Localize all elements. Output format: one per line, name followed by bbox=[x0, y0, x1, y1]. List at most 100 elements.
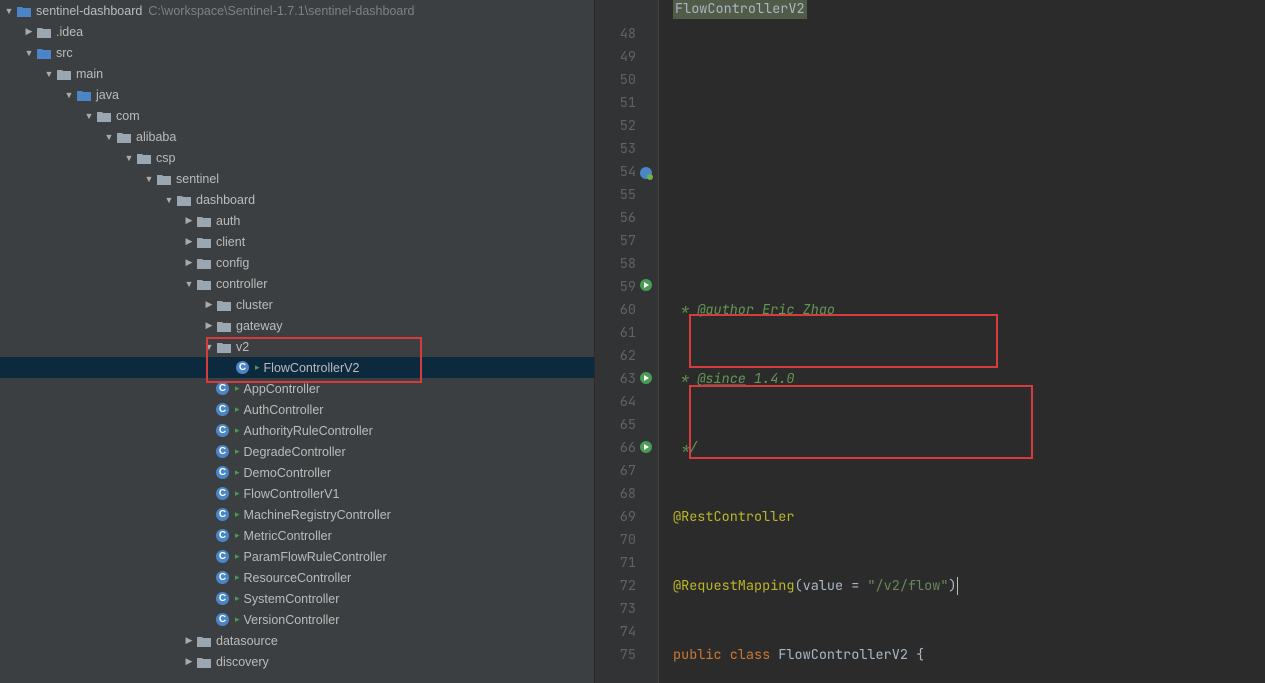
runnable-icon: ▸ bbox=[235, 509, 240, 520]
line-number: 60 bbox=[595, 299, 636, 322]
tree-item-auth[interactable]: ▶ auth bbox=[0, 210, 594, 231]
tree-item-sentinel[interactable]: ▼ sentinel bbox=[0, 168, 594, 189]
class-icon: C bbox=[216, 403, 229, 416]
class-icon: C bbox=[216, 445, 229, 458]
line-number: 56 bbox=[595, 207, 636, 230]
line-number: 52 bbox=[595, 115, 636, 138]
tree-item-authorityrulecontroller[interactable]: C▸AuthorityRuleController bbox=[0, 420, 594, 441]
chevron-down-icon: ▼ bbox=[142, 174, 156, 184]
tree-item-flowcontrollerv1[interactable]: C▸FlowControllerV1 bbox=[0, 483, 594, 504]
line-number: 67 bbox=[595, 460, 636, 483]
class-icon: C bbox=[216, 508, 229, 521]
line-number: 61 bbox=[595, 322, 636, 345]
tree-item-gateway[interactable]: ▶ gateway bbox=[0, 315, 594, 336]
tree-item-datasource[interactable]: ▶ datasource bbox=[0, 630, 594, 651]
spring-bean-gutter-icon[interactable] bbox=[639, 165, 653, 179]
code-line bbox=[673, 230, 1265, 253]
tree-root-row[interactable]: ▼ sentinel-dashboard C:\workspace\Sentin… bbox=[0, 0, 594, 21]
runnable-icon: ▸ bbox=[235, 593, 240, 604]
package-icon bbox=[196, 234, 212, 250]
package-icon bbox=[216, 339, 232, 355]
chevron-down-icon: ▼ bbox=[202, 342, 216, 352]
tree-item-controller[interactable]: ▼ controller bbox=[0, 273, 594, 294]
line-number: 63 bbox=[595, 368, 636, 391]
line-number: 64 bbox=[595, 391, 636, 414]
tree-item-csp[interactable]: ▼ csp bbox=[0, 147, 594, 168]
code-editor[interactable]: FlowControllerV2 48 49 50 51 52 53 54 55… bbox=[595, 0, 1265, 683]
class-icon: C bbox=[216, 466, 229, 479]
chevron-down-icon: ▼ bbox=[162, 195, 176, 205]
tree-item-discovery[interactable]: ▶ discovery bbox=[0, 651, 594, 672]
code-line: @RequestMapping(value = "/v2/flow") bbox=[673, 575, 1265, 598]
chevron-right-icon: ▶ bbox=[202, 320, 216, 331]
package-icon bbox=[116, 129, 132, 145]
tree-item-resourcecontroller[interactable]: C▸ResourceController bbox=[0, 567, 594, 588]
package-icon bbox=[176, 192, 192, 208]
tree-item-flowcontrollerv2[interactable]: C ▸ FlowControllerV2 bbox=[0, 357, 594, 378]
line-number: 73 bbox=[595, 598, 636, 621]
tree-root-label: sentinel-dashboard bbox=[36, 4, 142, 18]
tree-item-versioncontroller[interactable]: C▸VersionController bbox=[0, 609, 594, 630]
class-icon: C bbox=[216, 382, 229, 395]
class-icon: C bbox=[216, 613, 229, 626]
tree-item-machineregistrycontroller[interactable]: C▸MachineRegistryController bbox=[0, 504, 594, 525]
override-gutter-icon[interactable] bbox=[639, 440, 653, 454]
line-number bbox=[595, 0, 636, 23]
class-icon: C bbox=[216, 424, 229, 437]
tree-item-v2[interactable]: ▼ v2 bbox=[0, 336, 594, 357]
code-area[interactable]: * @author Eric Zhao * @since 1.4.0 */ @R… bbox=[659, 0, 1265, 683]
line-number: 49 bbox=[595, 46, 636, 69]
chevron-down-icon: ▼ bbox=[122, 153, 136, 163]
tree-item-java[interactable]: ▼ java bbox=[0, 84, 594, 105]
tree-item-com[interactable]: ▼ com bbox=[0, 105, 594, 126]
tree-item-src[interactable]: ▼ src bbox=[0, 42, 594, 63]
chevron-right-icon: ▶ bbox=[182, 215, 196, 226]
package-icon bbox=[156, 171, 172, 187]
tree-item-paramflowrulecontroller[interactable]: C▸ParamFlowRuleController bbox=[0, 546, 594, 567]
chevron-right-icon: ▶ bbox=[22, 26, 36, 37]
chevron-down-icon: ▼ bbox=[62, 90, 76, 100]
runnable-icon: ▸ bbox=[235, 404, 240, 415]
override-gutter-icon[interactable] bbox=[639, 278, 653, 292]
line-number: 59 bbox=[595, 276, 636, 299]
tree-item-authcontroller[interactable]: C▸AuthController bbox=[0, 399, 594, 420]
tree-item-dashboard[interactable]: ▼ dashboard bbox=[0, 189, 594, 210]
tree-item-degradecontroller[interactable]: C▸DegradeController bbox=[0, 441, 594, 462]
line-number: 71 bbox=[595, 552, 636, 575]
project-tree[interactable]: ▼ sentinel-dashboard C:\workspace\Sentin… bbox=[0, 0, 595, 683]
tree-item-config[interactable]: ▶ config bbox=[0, 252, 594, 273]
code-line: */ bbox=[673, 437, 1265, 460]
runnable-icon: ▸ bbox=[235, 572, 240, 583]
runnable-icon: ▸ bbox=[235, 488, 240, 499]
package-icon bbox=[196, 654, 212, 670]
chevron-down-icon: ▼ bbox=[82, 111, 96, 121]
module-icon bbox=[16, 3, 32, 19]
editor-gutter[interactable]: 48 49 50 51 52 53 54 55 56 57 58 59 60 6… bbox=[595, 0, 659, 683]
tree-item-cluster[interactable]: ▶ cluster bbox=[0, 294, 594, 315]
code-line: * @since 1.4.0 bbox=[673, 368, 1265, 391]
tree-item-alibaba[interactable]: ▼ alibaba bbox=[0, 126, 594, 147]
tree-item-main[interactable]: ▼ main bbox=[0, 63, 594, 84]
highlight-box-provider bbox=[689, 314, 998, 368]
line-number: 65 bbox=[595, 414, 636, 437]
tree-item-metriccontroller[interactable]: C▸MetricController bbox=[0, 525, 594, 546]
override-gutter-icon[interactable] bbox=[639, 371, 653, 385]
line-number: 69 bbox=[595, 506, 636, 529]
runnable-icon: ▸ bbox=[235, 383, 240, 394]
package-icon bbox=[196, 213, 212, 229]
tree-item-appcontroller[interactable]: C▸AppController bbox=[0, 378, 594, 399]
package-icon bbox=[136, 150, 152, 166]
chevron-down-icon: ▼ bbox=[42, 69, 56, 79]
tree-item-client[interactable]: ▶ client bbox=[0, 231, 594, 252]
folder-icon bbox=[36, 24, 52, 40]
tree-item-democontroller[interactable]: C▸DemoController bbox=[0, 462, 594, 483]
tree-item-systemcontroller[interactable]: C▸SystemController bbox=[0, 588, 594, 609]
chevron-right-icon: ▶ bbox=[182, 635, 196, 646]
tree-root-path: C:\workspace\Sentinel-1.7.1\sentinel-das… bbox=[148, 4, 414, 18]
class-icon: C bbox=[216, 592, 229, 605]
package-icon bbox=[216, 318, 232, 334]
line-number: 70 bbox=[595, 529, 636, 552]
tree-item-idea[interactable]: ▶ .idea bbox=[0, 21, 594, 42]
chevron-right-icon: ▶ bbox=[182, 236, 196, 247]
runnable-icon: ▸ bbox=[235, 530, 240, 541]
